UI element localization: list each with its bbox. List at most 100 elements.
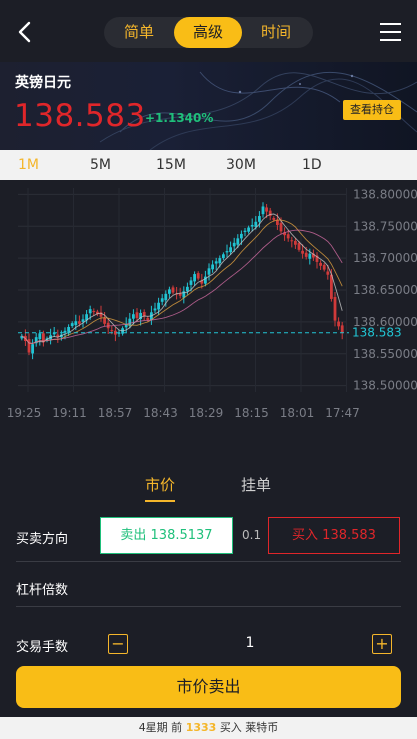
candle-body (88, 309, 92, 314)
candle-body (225, 251, 229, 253)
lots-label: 交易手数 (16, 640, 69, 655)
market-sell-button[interactable]: 市价卖出 (16, 666, 401, 708)
menu-icon[interactable] (380, 23, 401, 41)
ticker-count: 1333 (185, 721, 217, 734)
increase-quantity-button[interactable]: + (372, 634, 392, 654)
x-tick-label: 19:11 (52, 406, 87, 420)
candle-body (258, 216, 261, 222)
tab-simple[interactable]: 简单 (108, 17, 170, 48)
candle-body (261, 206, 265, 215)
period-1m[interactable]: 1M (18, 150, 39, 180)
candle-body (38, 333, 42, 340)
candle-body (196, 273, 200, 279)
candle-body (168, 289, 171, 294)
candle-body (70, 323, 74, 327)
activity-ticker: 4星期 前 1333 买入 莱特币 (0, 717, 417, 739)
x-tick-label: 18:43 (143, 406, 178, 420)
candle-body (333, 297, 337, 321)
ma10-line (21, 219, 343, 344)
candle-body (92, 311, 96, 313)
y-tick-label: 138.55000 (353, 347, 417, 361)
period-1d[interactable]: 1D (302, 150, 322, 180)
divider (16, 561, 401, 562)
period-30m[interactable]: 30M (226, 150, 256, 180)
tab-pending-order[interactable]: 挂单 (241, 474, 271, 495)
candle-body (31, 344, 34, 354)
candle-body (322, 264, 326, 270)
candle-body (142, 311, 146, 317)
back-arrow-icon[interactable] (12, 18, 38, 46)
candle-body (160, 298, 164, 302)
y-tick-label: 138.70000 (353, 251, 417, 265)
direction-label: 买卖方向 (16, 532, 69, 547)
x-tick-label: 18:57 (98, 406, 133, 420)
quantity-value[interactable]: 1 (200, 635, 300, 651)
candle-body (297, 242, 301, 250)
y-tick-label: 138.80000 (353, 187, 417, 201)
candle-body (81, 319, 85, 322)
candle-body (290, 240, 294, 242)
x-tick-label: 17:47 (325, 406, 360, 420)
candle-body (207, 268, 211, 275)
candle-body (132, 314, 135, 319)
candle-body (337, 321, 340, 327)
candle-body (286, 234, 290, 239)
candle-body (218, 258, 222, 264)
candle-body (67, 326, 70, 332)
decrease-quantity-button[interactable]: − (108, 634, 128, 654)
active-tab-underline (145, 500, 175, 502)
tab-market-order[interactable]: 市价 (145, 474, 175, 495)
period-15m[interactable]: 15M (156, 150, 186, 180)
candle-body (250, 224, 254, 227)
candle-body (211, 264, 214, 270)
ticker-suffix: 买入 莱特币 (219, 721, 279, 734)
x-tick-label: 19:25 (7, 406, 42, 420)
period-5m[interactable]: 5M (90, 150, 111, 180)
chart-canvas: 138.80000 138.75000 138.70000 138.65000 138.… (7, 187, 417, 420)
candle-body (103, 317, 106, 324)
candle-body (146, 318, 150, 320)
y-tick-label: 138.50000 (353, 379, 417, 393)
ticker-prefix: 4星期 前 (138, 721, 183, 734)
candle-body (254, 221, 258, 227)
candle-body (135, 312, 139, 319)
current-price-label: 138.583 (352, 326, 402, 340)
tab-time[interactable]: 时间 (245, 17, 307, 48)
y-tick-label: 138.75000 (353, 219, 417, 233)
y-tick-label: 138.65000 (353, 283, 417, 297)
candle-body (236, 238, 240, 245)
instrument-banner: 英镑日元 138.583 +1.1340% 查看持仓 (0, 62, 417, 150)
candle-body (279, 223, 283, 232)
ma5-line (21, 213, 343, 344)
period-selector: 1M 5M 15M 30M 1D (0, 150, 417, 180)
x-tick-label: 18:29 (189, 406, 224, 420)
candle-body (74, 321, 78, 326)
candle-body (304, 252, 308, 257)
candle-body (222, 254, 225, 259)
order-type-tabs: 市价 挂单 (0, 470, 417, 502)
top-navigation-bar: 简单 高级 时间 (0, 0, 417, 62)
candle-body (301, 250, 304, 254)
tab-advanced[interactable]: 高级 (174, 17, 242, 48)
current-price: 138.583 (14, 98, 146, 134)
candle-body (157, 302, 160, 310)
candle-body (171, 287, 175, 293)
divider (16, 606, 401, 607)
candle-body (164, 293, 168, 301)
view-positions-button[interactable]: 查看持仓 (343, 100, 401, 120)
candle-body (178, 293, 182, 296)
candle-body (247, 227, 250, 232)
candle-body (265, 207, 268, 212)
instrument-name: 英镑日元 (15, 75, 71, 91)
price-change-percent: +1.1340% (145, 111, 214, 125)
candle-body (308, 253, 312, 259)
spread-value: 0.1 (242, 528, 262, 542)
candle-body (240, 233, 243, 239)
sell-button[interactable]: 卖出 138.5137 (100, 517, 233, 554)
ma20-line (21, 229, 343, 344)
buy-button[interactable]: 买入 138.583 (268, 517, 400, 554)
x-tick-label: 18:01 (280, 406, 315, 420)
candle-body (193, 274, 196, 282)
candlestick-chart[interactable]: 138.80000 138.75000 138.70000 138.65000 138.… (0, 180, 417, 428)
candle-body (110, 330, 114, 332)
